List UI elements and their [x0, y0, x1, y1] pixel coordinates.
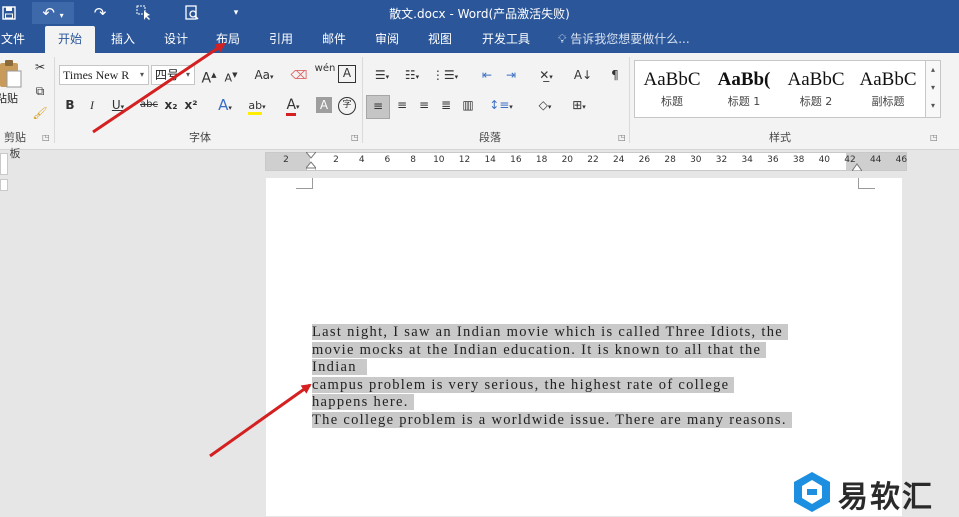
- watermark-logo-icon: [794, 472, 830, 512]
- arrow-to-layout-tab: [92, 42, 226, 134]
- arrow-to-selected-text: [209, 383, 312, 458]
- watermark-text: 易软汇: [838, 480, 934, 515]
- watermark-logo: 易软汇: [790, 470, 959, 515]
- annotation-arrows: [92, 42, 312, 458]
